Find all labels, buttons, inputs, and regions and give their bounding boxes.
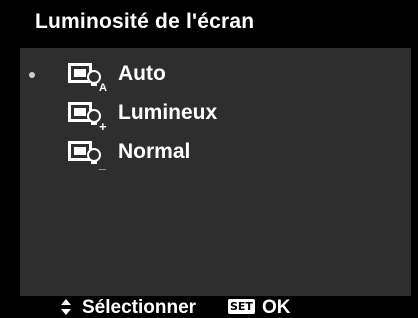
menu-item-label: Normal	[118, 140, 191, 163]
footer-bar: Sélectionner SET OK	[0, 296, 418, 318]
page-title: Luminosité de l'écran	[35, 10, 255, 33]
title-bar: Luminosité de l'écran	[0, 0, 418, 48]
ok-hint-label: OK	[262, 297, 291, 318]
set-button-badge: SET	[228, 299, 255, 314]
up-down-arrows-icon	[60, 298, 72, 316]
select-hint-label: Sélectionner	[82, 297, 197, 318]
brightness-auto-icon: A	[66, 61, 108, 93]
menu-item-normal[interactable]: _ Normal	[20, 136, 411, 172]
menu-item-lumineux[interactable]: + Lumineux	[20, 97, 411, 133]
icon-subscript: _	[98, 157, 106, 171]
icon-subscript: +	[99, 119, 107, 132]
menu-item-label: Lumineux	[118, 101, 218, 124]
icon-subscript: A	[99, 82, 107, 93]
selected-bullet-icon	[29, 72, 35, 78]
camera-menu-screen: Luminosité de l'écran A Auto + Lumineux …	[0, 0, 418, 318]
menu-item-auto[interactable]: A Auto	[20, 58, 411, 94]
brightness-bright-icon: +	[66, 100, 108, 132]
menu-panel: A Auto + Lumineux _ Normal	[20, 48, 411, 296]
brightness-normal-icon: _	[66, 139, 108, 171]
menu-item-label: Auto	[118, 62, 166, 85]
